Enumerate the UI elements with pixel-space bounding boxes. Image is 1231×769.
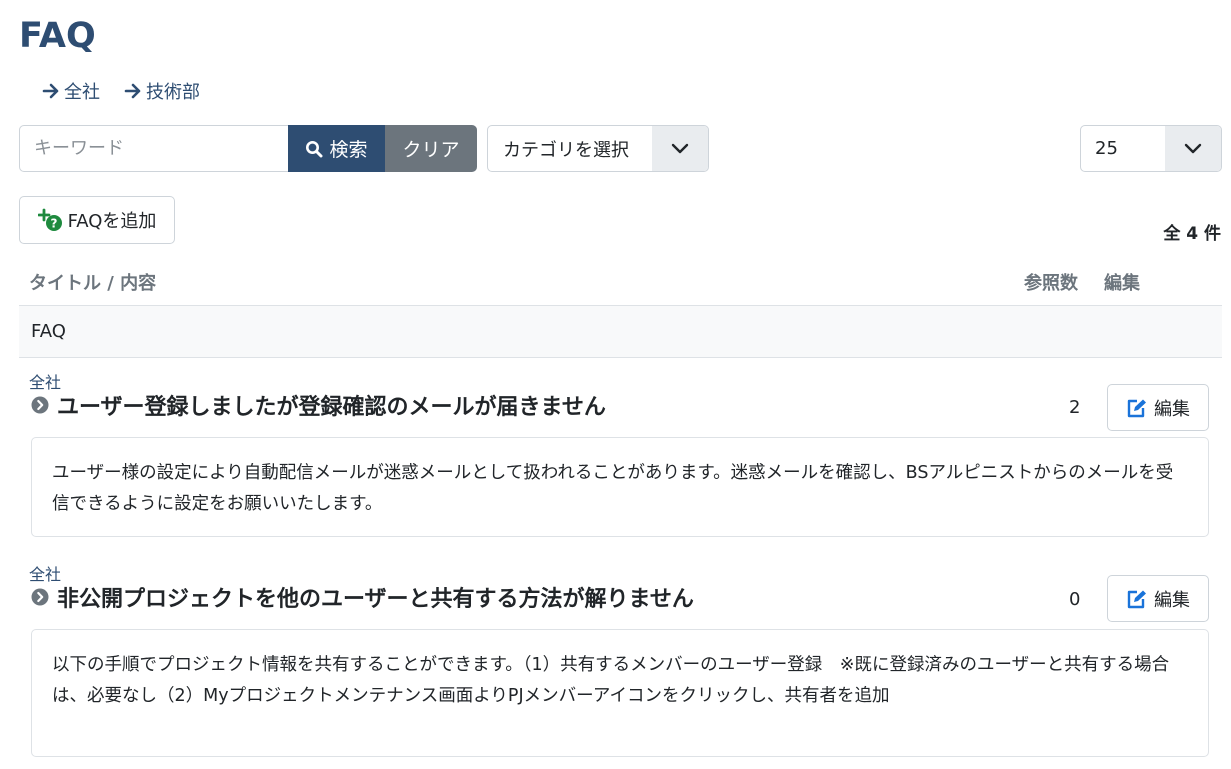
category-select[interactable]: カテゴリを選択 bbox=[487, 125, 709, 172]
breadcrumb: 全社 技術部 bbox=[42, 78, 200, 104]
faq-title[interactable]: ユーザー登録しましたが登録確認のメールが届きません bbox=[31, 389, 606, 421]
clear-button[interactable]: クリア bbox=[385, 125, 477, 172]
group-row: FAQ bbox=[19, 306, 1222, 358]
search-icon bbox=[306, 140, 323, 157]
chevron-circle-right-icon bbox=[31, 396, 49, 414]
faq-view-count: 0 bbox=[1069, 589, 1081, 610]
page-title: FAQ bbox=[19, 16, 96, 56]
column-header-title: タイトル / 内容 bbox=[29, 273, 157, 294]
edit-square-icon bbox=[1127, 590, 1146, 608]
svg-text:?: ? bbox=[50, 217, 57, 231]
faq-title-text: 非公開プロジェクトを他のユーザーと共有する方法が解りません bbox=[57, 587, 694, 612]
add-faq-button-label: FAQを追加 bbox=[67, 211, 157, 232]
faq-item: 全社 非公開プロジェクトを他のユーザーと共有する方法が解りません 0 編集 以下… bbox=[19, 561, 1222, 761]
category-select-toggle[interactable] bbox=[652, 126, 708, 171]
arrow-right-icon bbox=[124, 83, 141, 99]
category-select-value: カテゴリを選択 bbox=[503, 139, 629, 161]
edit-button[interactable]: 編集 bbox=[1107, 575, 1209, 622]
per-page-select-value: 25 bbox=[1095, 138, 1118, 159]
edit-button-label: 編集 bbox=[1154, 398, 1190, 420]
breadcrumb-label: 全社 bbox=[64, 82, 100, 103]
search-input[interactable] bbox=[19, 125, 288, 172]
chevron-circle-right-icon bbox=[31, 588, 49, 606]
search-group: 検索 クリア bbox=[19, 125, 477, 172]
breadcrumb-item-company[interactable]: 全社 bbox=[42, 78, 100, 104]
per-page-select-toggle[interactable] bbox=[1165, 126, 1221, 171]
faq-title[interactable]: 非公開プロジェクトを他のユーザーと共有する方法が解りません bbox=[31, 581, 694, 613]
add-faq-button[interactable]: ? FAQを追加 bbox=[19, 196, 175, 244]
total-count: 全 4 件 bbox=[1163, 224, 1221, 244]
chevron-down-icon bbox=[1184, 143, 1202, 153]
plus-question-icon: ? bbox=[37, 208, 62, 231]
faq-view-count: 2 bbox=[1069, 397, 1081, 418]
search-button[interactable]: 検索 bbox=[288, 125, 385, 172]
per-page-select[interactable]: 25 bbox=[1080, 125, 1222, 172]
table-header: タイトル / 内容 参照数 編集 bbox=[19, 258, 1222, 306]
edit-button[interactable]: 編集 bbox=[1107, 384, 1209, 431]
breadcrumb-label: 技術部 bbox=[146, 82, 200, 103]
search-button-label: 検索 bbox=[329, 139, 368, 161]
chevron-down-icon bbox=[671, 143, 689, 153]
column-header-edit: 編集 bbox=[1104, 273, 1140, 294]
faq-answer: 以下の手順でプロジェクト情報を共有することができます。（1）共有するメンバーのユ… bbox=[31, 629, 1209, 757]
column-header-views: 参照数 bbox=[1024, 273, 1078, 294]
edit-button-label: 編集 bbox=[1154, 589, 1190, 611]
edit-square-icon bbox=[1127, 399, 1146, 417]
faq-title-text: ユーザー登録しましたが登録確認のメールが届きません bbox=[57, 395, 606, 420]
faq-item: 全社 ユーザー登録しましたが登録確認のメールが届きません 2 編集 ユーザー様の… bbox=[19, 369, 1222, 539]
faq-answer: ユーザー様の設定により自動配信メールが迷惑メールとして扱われることがあります。迷… bbox=[31, 437, 1209, 537]
arrow-right-icon bbox=[42, 83, 59, 99]
breadcrumb-item-tech[interactable]: 技術部 bbox=[124, 78, 200, 104]
